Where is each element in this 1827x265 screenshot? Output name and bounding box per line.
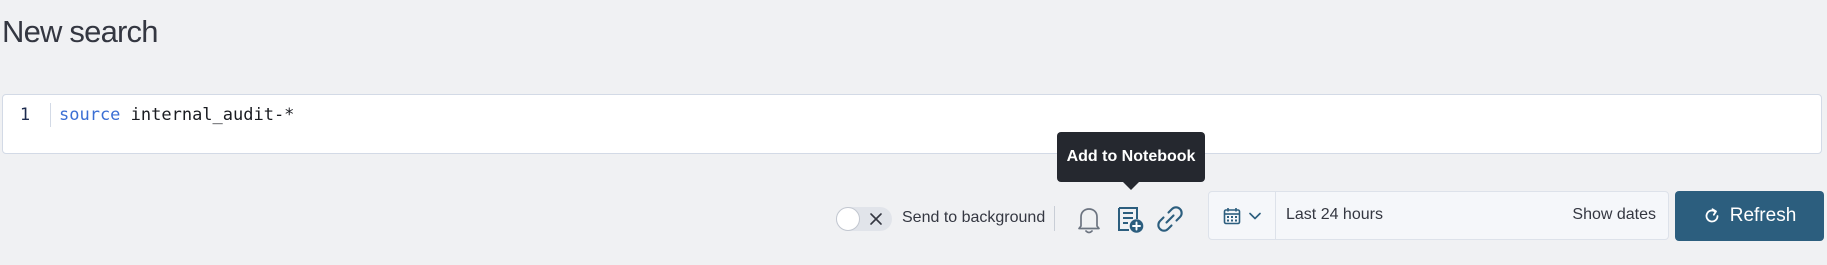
refresh-label: Refresh (1729, 205, 1797, 226)
add-to-notebook-tooltip: Add to Notebook (1057, 132, 1205, 182)
bell-icon (1078, 208, 1100, 234)
line-number: 1 (19, 105, 31, 125)
create-alert-button[interactable] (1072, 203, 1106, 235)
refresh-button[interactable]: Refresh (1675, 191, 1824, 241)
close-icon (870, 213, 882, 225)
quick-select-button[interactable] (1209, 192, 1276, 239)
date-picker: Last 24 hours Show dates (1208, 191, 1669, 240)
link-icon (1157, 206, 1183, 232)
toggle-knob (836, 207, 860, 231)
tooltip-arrow (1122, 181, 1140, 190)
query-line[interactable]: source internal_audit-* (59, 103, 294, 127)
send-to-background-toggle[interactable] (836, 207, 892, 231)
copy-link-button[interactable] (1153, 203, 1187, 235)
query-keyword: source (59, 105, 121, 125)
date-range-text[interactable]: Last 24 hours (1286, 206, 1383, 224)
tooltip-text: Add to Notebook (1066, 148, 1196, 165)
query-text: internal_audit-* (120, 105, 295, 125)
calendar-icon (1223, 207, 1241, 224)
chevron-down-icon (1249, 212, 1261, 219)
notebook-add-icon (1118, 207, 1144, 233)
send-to-background-label: Send to background (902, 209, 1046, 226)
show-dates-link[interactable]: Show dates (1572, 206, 1656, 224)
editor-gutter-divider (50, 103, 51, 127)
page-title: New search (2, 14, 158, 49)
query-editor[interactable]: 1 source internal_audit-* (2, 94, 1822, 154)
refresh-icon (1705, 208, 1719, 223)
toolbar-divider (1054, 206, 1055, 231)
add-to-notebook-button[interactable] (1113, 203, 1147, 235)
